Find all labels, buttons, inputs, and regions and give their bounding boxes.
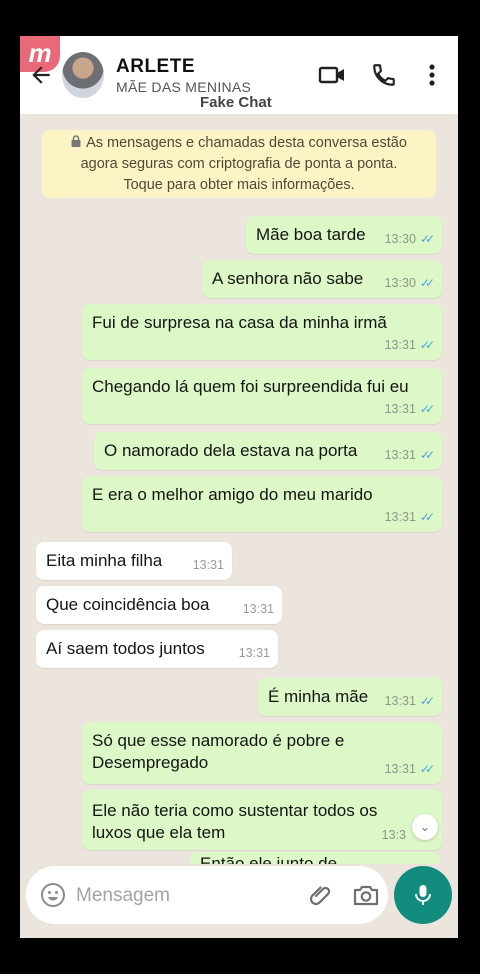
chat-area[interactable]: As mensagens e chamadas desta conversa e… <box>20 114 458 872</box>
message-text: A senhora não sabe <box>212 269 364 288</box>
message-bubble-outgoing[interactable]: Ele não teria como sustentar todos os lu… <box>82 790 442 850</box>
message-bubble-outgoing[interactable]: Fui de surpresa na casa da minha irmã 13… <box>82 304 442 360</box>
message-time: 13:31 <box>192 558 224 572</box>
message-time: 13:31 <box>238 646 270 660</box>
message-time: 13:3 <box>381 828 406 842</box>
phone-screen: m ARLETE MÃE DAS MENINAS Fake Chat As me… <box>20 36 458 938</box>
read-tick-icon: ✓✓ <box>419 510 435 524</box>
message-bubble-outgoing[interactable]: Mãe boa tarde 13:30 ✓✓ <box>246 216 442 254</box>
message-bubble-outgoing[interactable]: Só que esse namorado é pobre e Desempreg… <box>82 722 442 784</box>
message-time: 13:30 <box>384 232 416 246</box>
message-bubble-incoming[interactable]: Aí saem todos juntos 13:31 <box>36 630 278 668</box>
message-bubble-outgoing[interactable]: A senhora não sabe 13:30 ✓✓ <box>202 260 442 298</box>
message-time: 13:31 <box>384 338 416 352</box>
message-time: 13:31 <box>384 402 416 416</box>
message-time: 13:31 <box>384 510 416 524</box>
message-text-line-2: luxos que ela tem <box>92 823 226 842</box>
message-bubble-incoming[interactable]: Eita minha filha 13:31 <box>36 542 232 580</box>
scroll-down-button[interactable]: ⌄ <box>412 814 438 840</box>
back-arrow-icon[interactable] <box>28 62 54 88</box>
read-tick-icon: ✓✓ <box>419 232 435 246</box>
camera-icon[interactable] <box>352 882 380 908</box>
notice-line-2: agora seguras com criptografia de ponta … <box>80 156 398 172</box>
phone-icon[interactable] <box>370 62 398 88</box>
message-text: Mãe boa tarde <box>256 225 366 244</box>
message-text: Chegando lá quem foi surpreendida fui eu <box>92 377 409 396</box>
notice-line-3: Toque para obter mais informações. <box>123 177 355 193</box>
message-bubble-outgoing[interactable]: E era o melhor amigo do meu marido 13:31… <box>82 476 442 532</box>
message-bubble-incoming[interactable]: Que coincidência boa 13:31 <box>36 586 282 624</box>
read-tick-icon: ✓✓ <box>419 276 435 290</box>
mic-icon <box>415 885 431 905</box>
message-text: Eita minha filha <box>46 551 163 570</box>
read-tick-icon: ✓✓ <box>419 448 435 462</box>
composer-bar: Mensagem <box>20 864 458 938</box>
message-text: É minha mãe <box>268 687 369 706</box>
message-text-line-1: Ele não teria como sustentar todos os <box>92 801 378 820</box>
message-text: Fui de surpresa na casa da minha irmã <box>92 313 387 332</box>
emoji-icon[interactable] <box>40 882 66 908</box>
message-text: E era o melhor amigo do meu marido <box>92 485 373 504</box>
read-tick-icon: ✓✓ <box>419 338 435 352</box>
video-call-icon[interactable] <box>318 62 346 88</box>
message-time: 13:30 <box>384 276 416 290</box>
message-time: 13:31 <box>384 762 416 776</box>
message-time: 13:31 <box>384 694 416 708</box>
message-text: Que coincidência boa <box>46 595 210 614</box>
message-text-line-1: Só que esse namorado é pobre e <box>92 731 345 750</box>
read-tick-icon: ✓✓ <box>419 762 435 776</box>
message-text-line-2: Desempregado <box>92 753 209 772</box>
message-text: Aí saem todos juntos <box>46 639 205 658</box>
message-time: 13:31 <box>242 602 274 616</box>
encryption-notice[interactable]: As mensagens e chamadas desta conversa e… <box>42 130 436 198</box>
attach-icon[interactable] <box>308 882 334 908</box>
watermark-text: Fake Chat <box>200 94 272 111</box>
contact-subtitle[interactable]: MÃE DAS MENINAS <box>116 79 251 95</box>
chat-header: m ARLETE MÃE DAS MENINAS Fake Chat <box>20 36 458 114</box>
more-vert-icon[interactable] <box>420 62 444 88</box>
message-bubble-outgoing[interactable]: É minha mãe 13:31 ✓✓ <box>258 678 442 716</box>
message-input[interactable]: Mensagem <box>26 866 388 924</box>
lock-icon <box>71 133 81 147</box>
chevron-double-down-icon: ⌄ <box>419 819 431 834</box>
message-text: O namorado dela estava na porta <box>104 441 358 460</box>
mic-button[interactable] <box>394 866 452 924</box>
avatar[interactable] <box>62 52 104 98</box>
read-tick-icon: ✓✓ <box>419 694 435 708</box>
message-input-placeholder: Mensagem <box>76 885 170 906</box>
message-time: 13:31 <box>384 448 416 462</box>
message-bubble-outgoing[interactable]: O namorado dela estava na porta 13:31 ✓✓ <box>94 432 442 470</box>
contact-name[interactable]: ARLETE <box>116 56 195 78</box>
read-tick-icon: ✓✓ <box>419 402 435 416</box>
message-bubble-outgoing[interactable]: Chegando lá quem foi surpreendida fui eu… <box>82 368 442 424</box>
notice-line-1: As mensagens e chamadas desta conversa e… <box>86 135 407 151</box>
